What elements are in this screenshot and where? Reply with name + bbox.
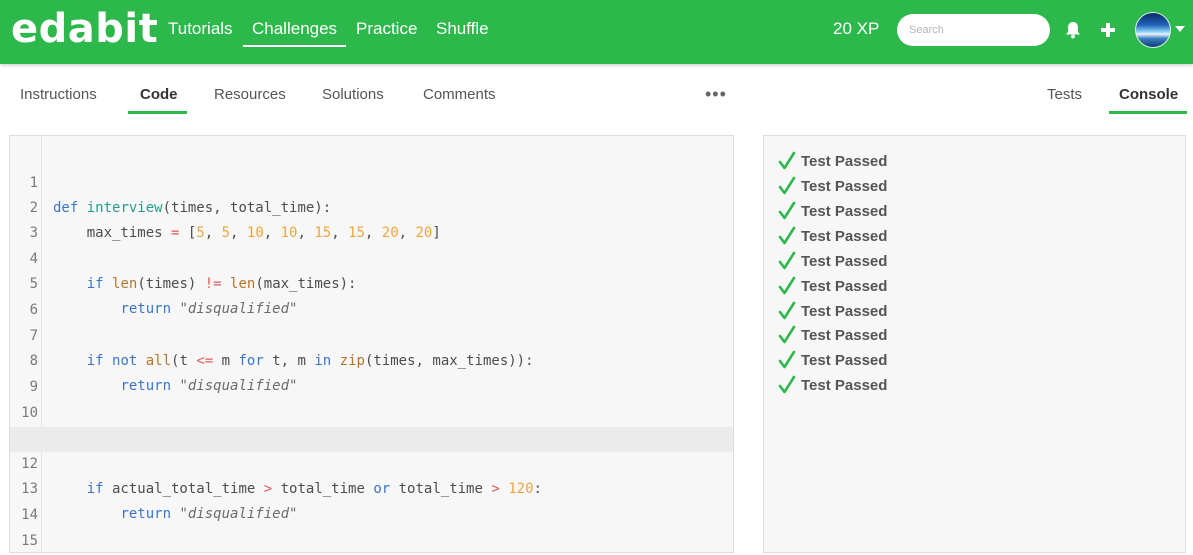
test-result: Test Passed xyxy=(778,323,887,347)
check-icon xyxy=(778,276,796,295)
code-line[interactable]: 10 actual_total_time = sum(times) xyxy=(10,376,733,446)
code-line[interactable]: 11 xyxy=(10,401,733,446)
test-result: Test Passed xyxy=(778,174,887,198)
tab-solutions[interactable]: Solutions xyxy=(322,86,384,103)
test-result-label: Test Passed xyxy=(801,252,888,270)
check-icon xyxy=(778,375,796,394)
code-line[interactable]: 8 return "disqualified" xyxy=(10,324,733,394)
test-result: Test Passed xyxy=(778,274,887,298)
test-result-label: Test Passed xyxy=(801,302,888,320)
nav-challenges[interactable]: Challenges xyxy=(243,19,347,47)
test-result: Test Passed xyxy=(778,224,887,248)
avatar[interactable] xyxy=(1135,12,1171,48)
test-result-label: Test Passed xyxy=(801,202,888,220)
code-line[interactable]: 3 xyxy=(10,196,733,241)
tab-instructions[interactable]: Instructions xyxy=(20,86,97,103)
nav-tutorials[interactable]: Tutorials xyxy=(168,19,233,39)
check-icon xyxy=(778,151,796,170)
check-icon xyxy=(778,251,796,270)
code-editor[interactable]: 1 def interview(times, total_time): 2 ma… xyxy=(9,135,734,553)
code-line[interactable]: 2 max_times = [5, 5, 10, 10, 15, 15, 20,… xyxy=(10,171,733,241)
code-line[interactable]: 5 return "disqualified" xyxy=(10,247,733,317)
console-panel: Test Passed Test Passed Test Passed Test… xyxy=(763,135,1186,553)
code-line[interactable]: 15 return "qualified" xyxy=(10,504,733,549)
check-icon xyxy=(778,176,796,195)
test-result: Test Passed xyxy=(778,299,887,323)
code-line[interactable]: 1 def interview(times, total_time): xyxy=(10,146,733,216)
tab-console-underline xyxy=(1109,111,1187,114)
line-number: 15 xyxy=(21,533,38,549)
code-line[interactable]: 14 xyxy=(10,478,733,523)
tab-console[interactable]: Console xyxy=(1119,86,1178,103)
check-icon xyxy=(778,301,796,320)
code-line[interactable]: 9 xyxy=(10,350,733,395)
test-result-label: Test Passed xyxy=(801,351,888,369)
test-result: Test Passed xyxy=(778,199,887,223)
code-line[interactable]: 4 if len(times) != len(max_times): xyxy=(10,222,733,292)
more-options-icon[interactable]: ••• xyxy=(705,84,727,105)
search-input[interactable] xyxy=(897,14,1050,46)
test-result-label: Test Passed xyxy=(801,277,888,295)
nav-shuffle[interactable]: Shuffle xyxy=(436,19,489,39)
tab-code-underline xyxy=(128,111,187,114)
code-line[interactable]: 6 xyxy=(10,273,733,318)
top-nav-bar: edabit Tutorials Challenges Practice Shu… xyxy=(0,0,1193,64)
tab-code[interactable]: Code xyxy=(140,86,178,103)
bell-icon[interactable] xyxy=(1062,18,1084,42)
tab-resources[interactable]: Resources xyxy=(214,86,286,103)
test-result-label: Test Passed xyxy=(801,152,888,170)
check-icon xyxy=(778,325,796,344)
chevron-down-icon[interactable] xyxy=(1175,26,1185,32)
nav-practice[interactable]: Practice xyxy=(356,19,417,39)
test-result: Test Passed xyxy=(778,348,887,372)
check-icon xyxy=(778,226,796,245)
test-result: Test Passed xyxy=(778,149,887,173)
edabit-logo[interactable]: edabit xyxy=(11,6,158,52)
code-line[interactable]: 7 if not all(t <= m for t, m in zip(time… xyxy=(10,299,733,369)
test-result-label: Test Passed xyxy=(801,177,888,195)
xp-counter: 20 XP xyxy=(833,19,880,38)
test-result: Test Passed xyxy=(778,249,887,273)
test-result-label: Test Passed xyxy=(801,376,888,394)
tab-tests[interactable]: Tests xyxy=(1047,86,1082,103)
plus-icon[interactable] xyxy=(1097,18,1119,42)
test-result-label: Test Passed xyxy=(801,326,888,344)
code-line-active[interactable]: 12 if actual_total_time > total_time or … xyxy=(10,427,733,497)
test-result-label: Test Passed xyxy=(801,227,888,245)
check-icon xyxy=(778,201,796,220)
code-line[interactable]: 13 return "disqualified" xyxy=(10,452,733,522)
check-icon xyxy=(778,350,796,369)
tab-comments[interactable]: Comments xyxy=(423,86,496,103)
test-result: Test Passed xyxy=(778,373,887,397)
